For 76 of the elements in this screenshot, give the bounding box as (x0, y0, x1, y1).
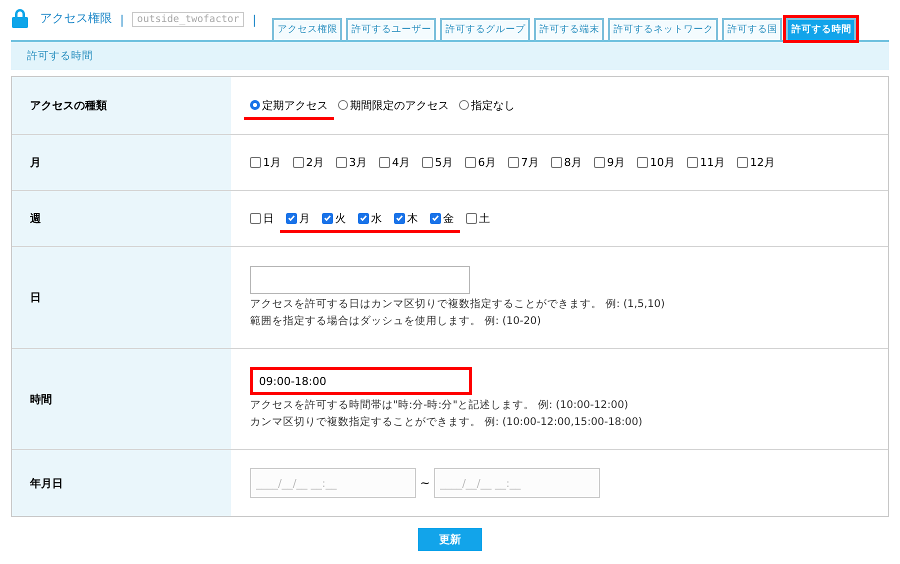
radio-option[interactable]: 指定なし (453, 92, 521, 120)
row-label-cell: 週 (12, 191, 231, 246)
checkmark-icon (395, 213, 404, 223)
checkbox-option[interactable]: 水 (352, 204, 388, 232)
checkbox[interactable] (737, 156, 748, 168)
checkbox-option[interactable]: 木 (388, 204, 424, 232)
checkbox-option[interactable]: 月 (280, 204, 316, 232)
checkbox[interactable] (687, 156, 698, 168)
radio-button[interactable] (459, 100, 469, 110)
section-title: 許可する時間 (27, 49, 93, 63)
text-field[interactable] (250, 266, 470, 294)
checkbox-option[interactable]: 4月 (373, 148, 416, 176)
row-label-cell: 日 (12, 247, 231, 348)
lock-icon (12, 8, 28, 28)
checkbox[interactable] (250, 156, 261, 168)
help-text: アクセスを許可する時間帯は"時:分-時:分"と記述します。 例: (10:00-12:00) (250, 398, 630, 413)
datetime-field[interactable]: ____/__/__ __:__ (250, 468, 416, 498)
checkmark-icon (431, 213, 440, 223)
checkbox[interactable] (286, 212, 297, 224)
radio-button[interactable] (250, 100, 260, 110)
checkbox-option[interactable]: 1月 (244, 148, 287, 176)
tab[interactable]: 許可する端末 (534, 18, 604, 40)
checkmark-icon (323, 213, 332, 223)
row-label-cell: 年月日 (12, 450, 231, 516)
checkbox[interactable] (508, 156, 519, 168)
checkbox[interactable] (394, 212, 405, 224)
help-text: 範囲を指定する場合はダッシュを使用します。 例: (10-20) (250, 314, 542, 328)
radio-option[interactable]: 期間限定のアクセス (332, 92, 455, 120)
row-label-cell: 月 (12, 135, 231, 190)
checkbox-option[interactable]: 9月 (588, 148, 631, 176)
page-title: アクセス権限 (40, 10, 112, 27)
policy-name-label: outside_twofactor (132, 12, 244, 27)
radio-option[interactable]: 定期アクセス (244, 92, 334, 120)
checkmark-icon (359, 213, 368, 223)
checkbox-option[interactable]: 10月 (631, 148, 681, 176)
checkbox[interactable] (466, 212, 477, 224)
checkbox[interactable] (430, 212, 441, 224)
checkbox-option[interactable]: 6月 (459, 148, 502, 176)
checkbox-option[interactable]: 火 (316, 204, 352, 232)
help-text: カンマ区切りで複数指定することができます。 例: (10:00-12:00,15:00-18:00) (250, 415, 644, 430)
checkbox[interactable] (322, 212, 333, 224)
checkbox-option[interactable]: 3月 (330, 148, 373, 176)
text-field[interactable]: 09:00-18:00 (250, 367, 472, 395)
checkbox[interactable] (358, 212, 369, 224)
tab[interactable]: アクセス権限 (272, 18, 342, 40)
checkbox-option[interactable]: 5月 (416, 148, 459, 176)
checkbox-option[interactable]: 日 (244, 204, 280, 232)
checkbox-option[interactable]: 2月 (287, 148, 330, 176)
checkbox[interactable] (250, 212, 261, 224)
help-text: アクセスを許可する日はカンマ区切りで複数指定することができます。 例: (1,5,10) (250, 296, 666, 312)
checkbox-option[interactable]: 金 (424, 204, 460, 232)
separator-text: | (120, 13, 124, 27)
row-label-cell: アクセスの種類 (12, 77, 231, 134)
checkbox[interactable] (422, 156, 433, 168)
datetime-field[interactable]: ____/__/__ __:__ (434, 468, 600, 498)
checkbox-option[interactable]: 土 (460, 204, 496, 232)
checkbox-option[interactable]: 12月 (731, 148, 781, 176)
checkbox[interactable] (336, 156, 347, 168)
tab[interactable]: 許可する国 (722, 18, 782, 40)
checkbox[interactable] (465, 156, 476, 168)
row-label-cell: 時間 (12, 349, 231, 449)
tab[interactable]: 許可するユーザー (346, 18, 436, 40)
separator-text: | (252, 13, 256, 27)
checkbox[interactable] (379, 156, 390, 168)
checkmark-icon (287, 213, 296, 223)
checkbox-option[interactable]: 7月 (502, 148, 545, 176)
checkbox[interactable] (637, 156, 648, 168)
checkbox[interactable] (293, 156, 304, 168)
checkbox[interactable] (551, 156, 562, 168)
tab[interactable]: 許可するグループ (440, 18, 530, 40)
range-separator: ~ (420, 476, 430, 490)
checkbox[interactable] (594, 156, 605, 168)
checkbox-option[interactable]: 11月 (681, 148, 731, 176)
tab[interactable]: 許可するネットワーク (608, 18, 718, 40)
radio-button[interactable] (338, 100, 348, 110)
checkbox-option[interactable]: 8月 (545, 148, 588, 176)
